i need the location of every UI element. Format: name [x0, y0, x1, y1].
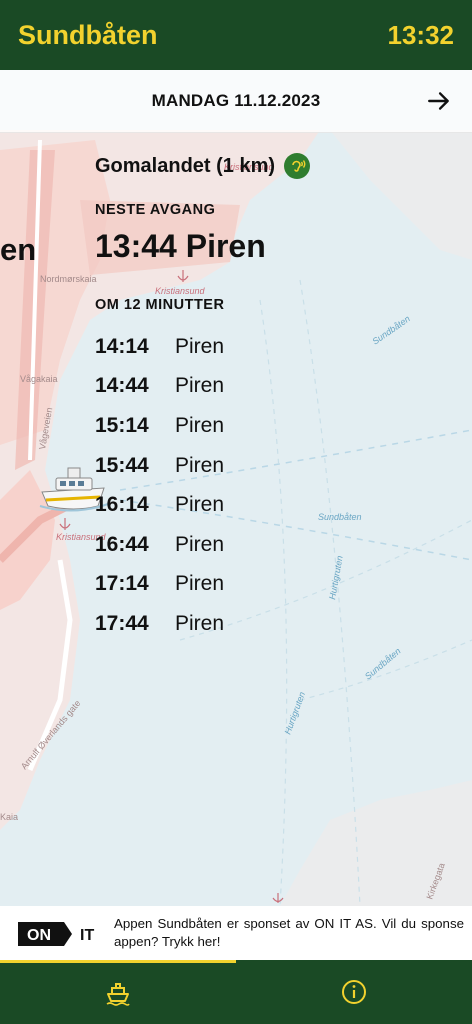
clock: 13:32: [387, 19, 455, 50]
stop-row: Gomalandet (1 km): [95, 148, 455, 184]
info-icon: [342, 980, 366, 1004]
departure-destination: Piren: [175, 611, 225, 635]
departure-row: 17:14 Piren: [95, 565, 455, 605]
next-departure: 13:44 Piren: [95, 228, 266, 264]
departure-time: 17:44: [95, 611, 149, 635]
departure-row: 14:44 Piren: [95, 367, 455, 407]
tab-info[interactable]: [236, 960, 472, 1024]
departure-destination: Piren: [175, 572, 225, 596]
schedule-panel: Gomalandet (1 km) NESTE AVGANG 13:44 Pir…: [95, 148, 455, 644]
svg-text:Nordmørskaia: Nordmørskaia: [40, 274, 97, 284]
departure-row: 16:14 Piren: [95, 485, 455, 525]
ferry-icon: [106, 983, 130, 1006]
departure-row: 14:14 Piren: [95, 327, 455, 367]
departure-time: 16:44: [95, 532, 149, 556]
countdown: OM 12 MINUTTER: [95, 297, 225, 313]
tab-ferry[interactable]: [0, 960, 236, 1024]
arrow-right-icon[interactable]: [426, 88, 452, 114]
departure-time: 14:14: [95, 334, 149, 358]
departure-row: 17:44 Piren: [95, 604, 455, 644]
svg-text:Kaia: Kaia: [0, 812, 18, 822]
sponsor-text[interactable]: Appen Sundbåten er sponset av ON IT AS. …: [114, 915, 464, 951]
current-date: MANDAG 11.12.2023: [151, 91, 321, 110]
bottom-nav: [0, 960, 472, 1024]
sponsor-banner[interactable]: ON IT Appen Sundbåten er sponset av ON I…: [0, 906, 472, 960]
location-sound-icon[interactable]: [284, 153, 311, 179]
departure-time: 16:14: [95, 493, 149, 517]
svg-text:Vågakaia: Vågakaia: [20, 374, 58, 384]
app-header: Sundbåten 13:32: [0, 0, 472, 70]
departure-row: 15:44 Piren: [95, 446, 455, 486]
departure-destination: Piren: [175, 413, 225, 437]
stop-name: Gomalandet (1 km): [95, 154, 276, 177]
departure-time: 14:44: [95, 374, 149, 398]
svg-text:ON: ON: [27, 927, 51, 944]
departure-time: 15:44: [95, 453, 149, 477]
departure-row: 15:14 Piren: [95, 406, 455, 446]
departure-destination: Piren: [175, 453, 225, 477]
on-it-logo: ON IT: [18, 922, 94, 946]
departure-row: 16:44 Piren: [95, 525, 455, 565]
departure-destination: Piren: [175, 493, 225, 517]
departure-destination: Piren: [175, 334, 225, 358]
svg-text:IT: IT: [80, 927, 94, 944]
departure-list: 14:14 Piren 14:44 Piren 15:14 Piren 15:44 Pi…: [95, 327, 455, 644]
departure-time: 15:14: [95, 413, 149, 437]
departure-destination: Piren: [175, 374, 225, 398]
app-title: Sundbåten: [18, 19, 158, 50]
departure-time: 17:14: [95, 572, 149, 596]
next-departure-label: NESTE AVGANG: [95, 202, 216, 218]
date-bar: MANDAG 11.12.2023: [0, 70, 472, 133]
map-partial-label: en: [0, 232, 37, 267]
departure-destination: Piren: [175, 532, 225, 556]
